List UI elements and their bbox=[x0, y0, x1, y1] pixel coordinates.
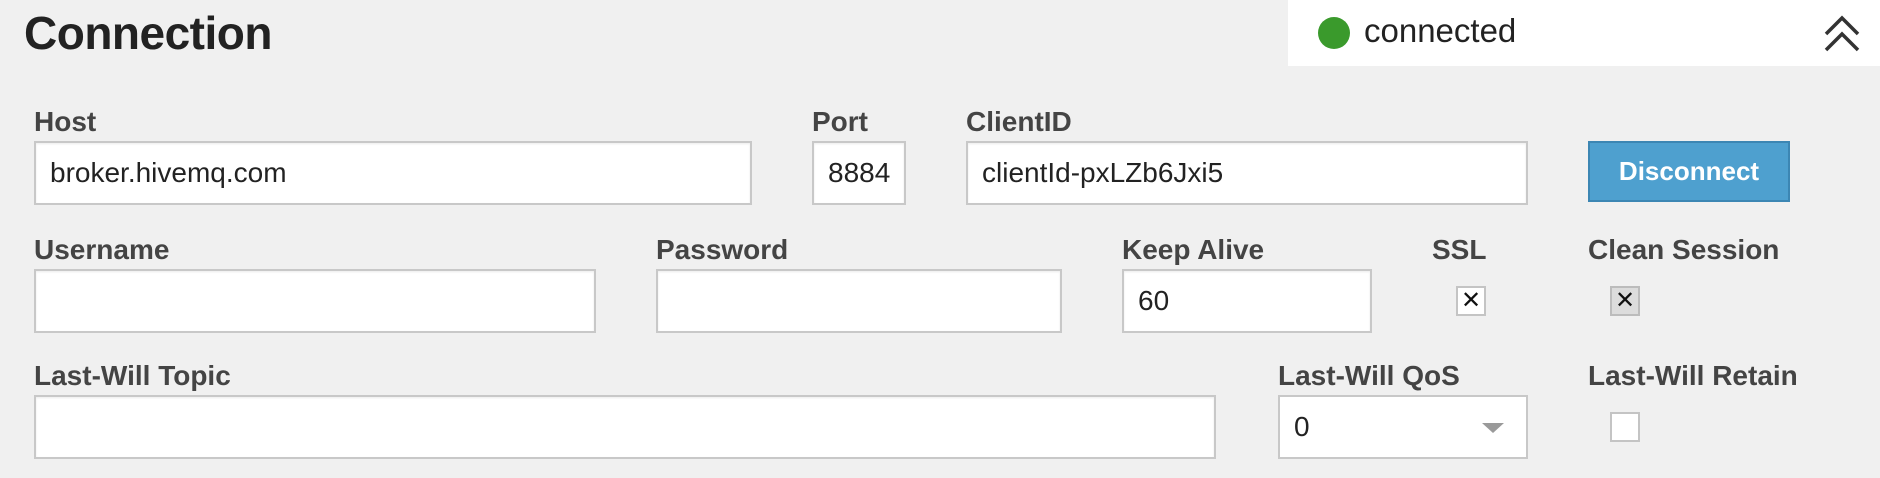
lastwill-topic-input[interactable] bbox=[34, 395, 1216, 459]
username-label: Username bbox=[34, 234, 170, 265]
chevron-double-up-icon[interactable] bbox=[1822, 12, 1862, 56]
client-id-label: ClientID bbox=[966, 106, 1072, 137]
port-label: Port bbox=[812, 106, 868, 137]
host-label: Host bbox=[34, 106, 97, 137]
lastwill-qos-select[interactable]: 0 bbox=[1278, 395, 1528, 459]
lastwill-topic-label: Last-Will Topic bbox=[34, 360, 231, 391]
host-input[interactable]: broker.hivemq.com bbox=[34, 141, 752, 205]
caret-down-icon bbox=[1482, 423, 1504, 433]
username-input[interactable] bbox=[34, 269, 596, 333]
lastwill-retain-label: Last-Will Retain bbox=[1588, 360, 1798, 391]
keep-alive-input[interactable]: 60 bbox=[1122, 269, 1372, 333]
lastwill-retain-checkbox[interactable] bbox=[1610, 412, 1640, 442]
ssl-label: SSL bbox=[1432, 234, 1487, 265]
password-input[interactable] bbox=[656, 269, 1062, 333]
client-id-input[interactable]: clientId-pxLZb6Jxi5 bbox=[966, 141, 1528, 205]
status-text: connected bbox=[1364, 12, 1517, 49]
ssl-checkbox[interactable]: ✕ bbox=[1456, 286, 1486, 316]
connection-panel: Connection connected Host broker.hivemq.… bbox=[0, 0, 1880, 478]
panel-title: Connection bbox=[24, 7, 272, 59]
keep-alive-label: Keep Alive bbox=[1122, 234, 1265, 265]
disconnect-button[interactable]: Disconnect bbox=[1588, 141, 1790, 202]
connection-status: connected bbox=[1288, 0, 1880, 66]
clean-session-checkbox[interactable]: ✕ bbox=[1610, 286, 1640, 316]
lastwill-qos-label: Last-Will QoS bbox=[1278, 360, 1460, 391]
port-input[interactable]: 8884 bbox=[812, 141, 906, 205]
lastwill-qos-value: 0 bbox=[1294, 411, 1310, 442]
status-indicator-icon bbox=[1318, 17, 1350, 49]
clean-session-label: Clean Session bbox=[1588, 234, 1780, 265]
password-label: Password bbox=[656, 234, 789, 265]
